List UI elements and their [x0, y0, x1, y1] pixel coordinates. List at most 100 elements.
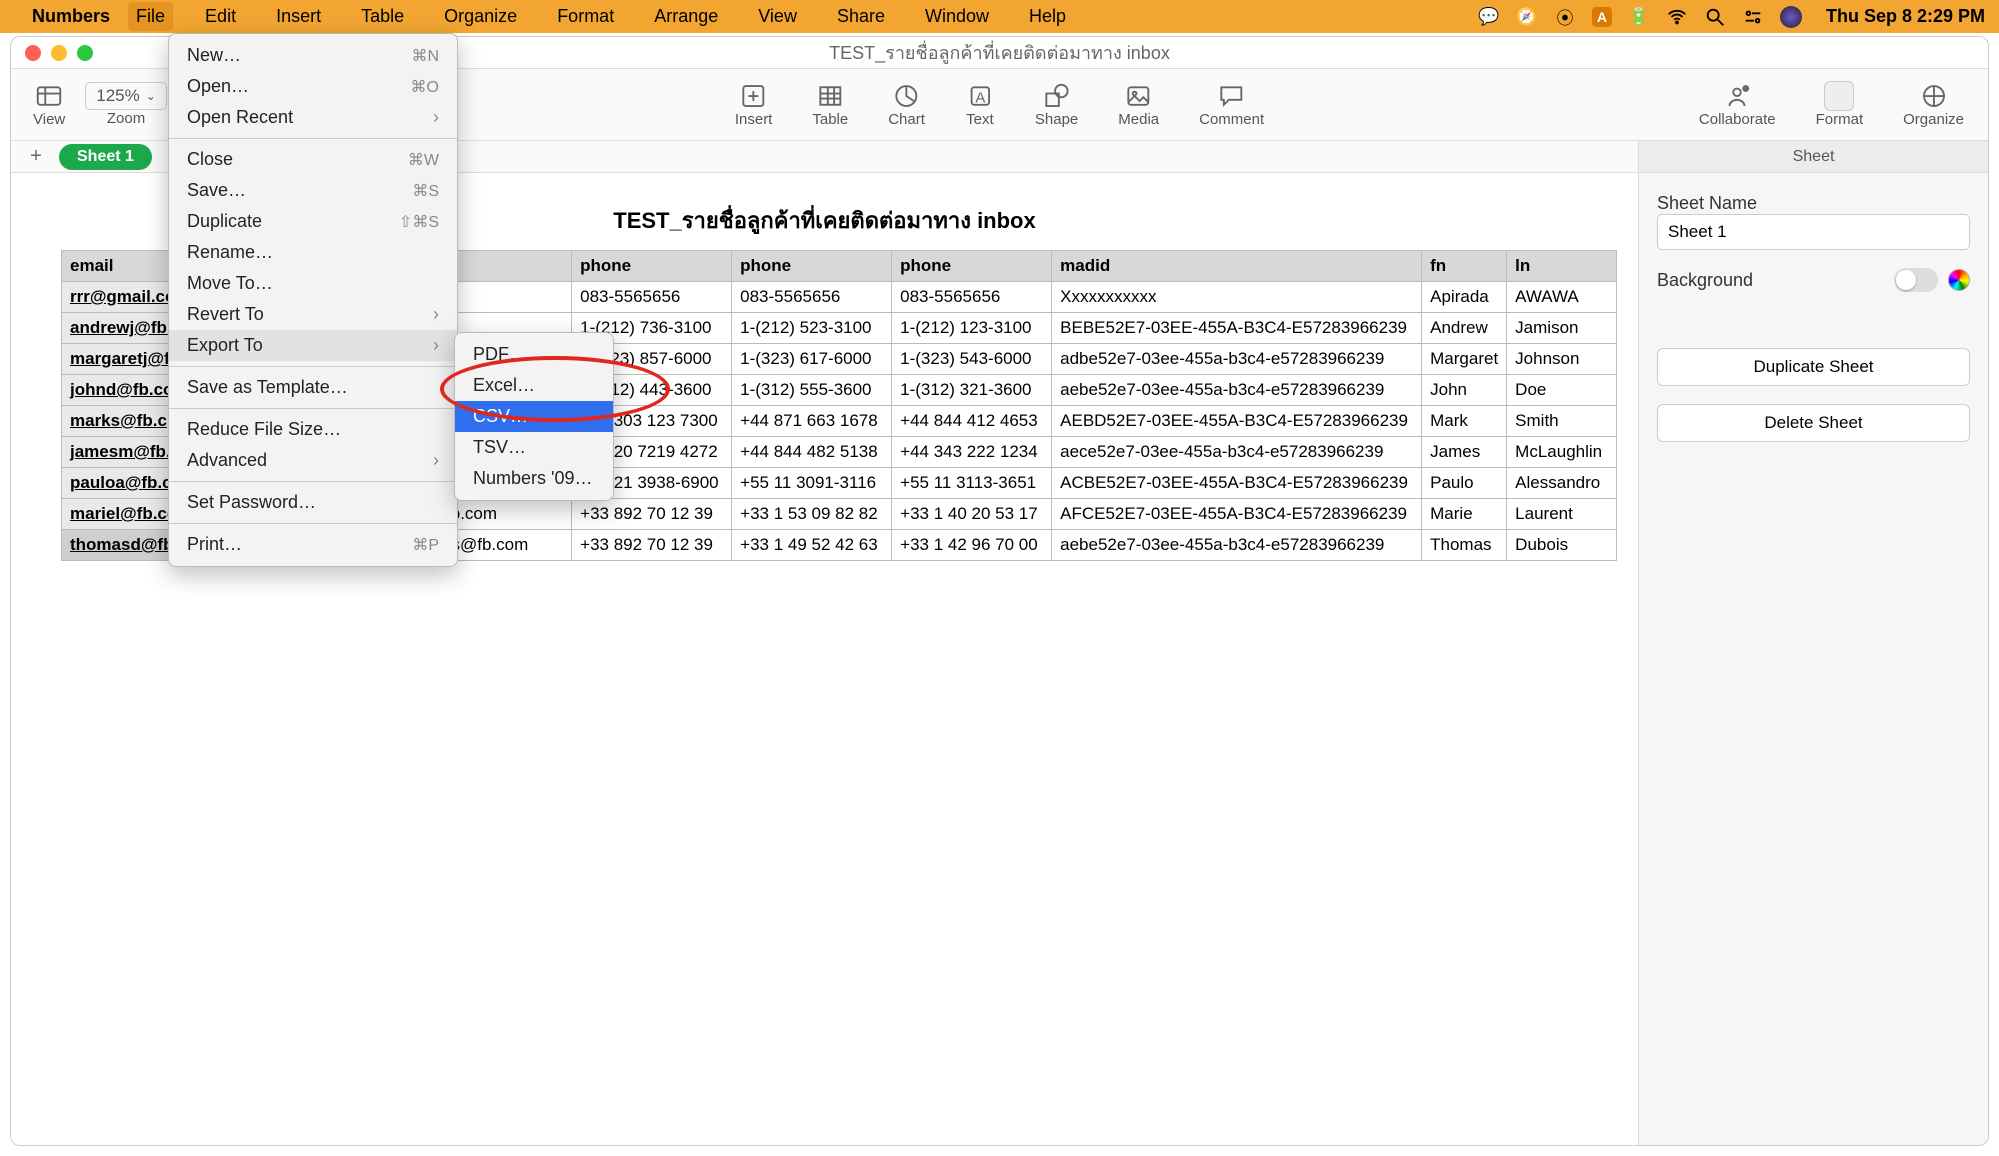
toolbar-format[interactable]: Format — [1816, 81, 1864, 128]
export-submenu-item[interactable]: TSV… — [455, 432, 613, 463]
table-cell[interactable]: +44 844 482 5138 — [732, 437, 892, 468]
column-header[interactable]: phone — [572, 251, 732, 282]
menu-file[interactable]: File — [128, 2, 173, 31]
table-cell[interactable]: +33 1 53 09 82 82 — [732, 499, 892, 530]
table-cell[interactable]: 083-5565656 — [892, 282, 1052, 313]
file-menu-item[interactable]: Print…⌘P — [169, 529, 457, 560]
menu-table[interactable]: Table — [353, 2, 412, 31]
menu-help[interactable]: Help — [1021, 2, 1074, 31]
export-submenu-item[interactable]: Numbers '09… — [455, 463, 613, 494]
menu-window[interactable]: Window — [917, 2, 997, 31]
file-menu-item[interactable]: Rename… — [169, 237, 457, 268]
menu-organize[interactable]: Organize — [436, 2, 525, 31]
file-menu-item[interactable]: Duplicate⇧⌘S — [169, 206, 457, 237]
toolbar-comment[interactable]: Comment — [1199, 81, 1264, 128]
file-menu-item[interactable]: Save as Template… — [169, 372, 457, 403]
table-cell[interactable]: Xxxxxxxxxxx — [1052, 282, 1422, 313]
table-cell[interactable]: Mark — [1422, 406, 1507, 437]
color-picker-icon[interactable] — [1948, 269, 1970, 291]
table-cell[interactable]: 1-(323) 543-6000 — [892, 344, 1052, 375]
toolbar-media[interactable]: Media — [1118, 81, 1159, 128]
column-header[interactable]: madid — [1052, 251, 1422, 282]
table-cell[interactable]: 1-(212) 123-3100 — [892, 313, 1052, 344]
record-icon[interactable]: ⦿ — [1554, 6, 1576, 28]
spotlight-search-icon[interactable] — [1704, 6, 1726, 28]
file-menu-item[interactable]: Advanced — [169, 445, 457, 476]
table-cell[interactable]: 1-(312) 555-3600 — [732, 375, 892, 406]
table-cell[interactable]: ACBE52E7-03EE-455A-B3C4-E57283966239 — [1052, 468, 1422, 499]
menubar-clock[interactable]: Thu Sep 8 2:29 PM — [1826, 6, 1985, 27]
table-cell[interactable]: AWAWA — [1507, 282, 1617, 313]
export-submenu-item[interactable]: CSV… — [455, 401, 613, 432]
table-cell[interactable]: 083-5565656 — [732, 282, 892, 313]
table-cell[interactable]: Thomas — [1422, 530, 1507, 561]
table-cell[interactable]: AFCE52E7-03EE-455A-B3C4-E57283966239 — [1052, 499, 1422, 530]
file-menu-item[interactable]: Revert To — [169, 299, 457, 330]
toolbar-organize[interactable]: Organize — [1903, 81, 1964, 128]
duplicate-sheet-button[interactable]: Duplicate Sheet — [1657, 348, 1970, 386]
table-cell[interactable]: +33 1 42 96 70 00 — [892, 530, 1052, 561]
sheet-name-input[interactable] — [1657, 214, 1970, 250]
column-header[interactable]: ln — [1507, 251, 1617, 282]
table-cell[interactable]: +33 1 40 20 53 17 — [892, 499, 1052, 530]
column-header[interactable]: phone — [732, 251, 892, 282]
table-cell[interactable]: Dubois — [1507, 530, 1617, 561]
background-toggle[interactable] — [1894, 268, 1938, 292]
toolbar-table[interactable]: Table — [812, 81, 848, 128]
menu-share[interactable]: Share — [829, 2, 893, 31]
table-cell[interactable]: +55 11 3091-3116 — [732, 468, 892, 499]
zoom-select[interactable]: 125%⌄ — [85, 82, 167, 110]
table-cell[interactable]: +33 892 70 12 39 — [572, 530, 732, 561]
menu-view[interactable]: View — [750, 2, 805, 31]
table-cell[interactable]: Laurent — [1507, 499, 1617, 530]
menu-insert[interactable]: Insert — [268, 2, 329, 31]
toolbar-chart[interactable]: Chart — [888, 81, 925, 128]
table-cell[interactable]: Paulo — [1422, 468, 1507, 499]
toolbar-collaborate[interactable]: Collaborate — [1699, 81, 1776, 128]
table-cell[interactable]: Apirada — [1422, 282, 1507, 313]
menu-format[interactable]: Format — [549, 2, 622, 31]
menu-edit[interactable]: Edit — [197, 2, 244, 31]
table-cell[interactable]: 1-(212) 523-3100 — [732, 313, 892, 344]
file-menu-item[interactable]: New…⌘N — [169, 40, 457, 71]
table-cell[interactable]: Johnson — [1507, 344, 1617, 375]
siri-icon[interactable] — [1780, 6, 1802, 28]
table-cell[interactable]: aece52e7-03ee-455a-b3c4-e57283966239 — [1052, 437, 1422, 468]
file-menu-item[interactable]: Export To — [169, 330, 457, 361]
safari-icon[interactable]: 🧭 — [1516, 6, 1538, 28]
file-menu-item[interactable]: Reduce File Size… — [169, 414, 457, 445]
inspector-tab-sheet[interactable]: Sheet — [1639, 141, 1988, 173]
sheet-tab-1[interactable]: Sheet 1 — [59, 144, 152, 170]
file-menu-item[interactable]: Set Password… — [169, 487, 457, 518]
a-box-icon[interactable]: A — [1592, 7, 1612, 27]
table-cell[interactable]: 1-(312) 321-3600 — [892, 375, 1052, 406]
export-submenu-item[interactable]: Excel… — [455, 370, 613, 401]
table-cell[interactable]: James — [1422, 437, 1507, 468]
table-cell[interactable]: BEBE52E7-03EE-455A-B3C4-E57283966239 — [1052, 313, 1422, 344]
menu-arrange[interactable]: Arrange — [646, 2, 726, 31]
table-cell[interactable]: Margaret — [1422, 344, 1507, 375]
table-cell[interactable]: +55 11 3113-3651 — [892, 468, 1052, 499]
table-cell[interactable]: +44 844 412 4653 — [892, 406, 1052, 437]
table-cell[interactable]: +44 343 222 1234 — [892, 437, 1052, 468]
file-menu-item[interactable]: Open Recent — [169, 102, 457, 133]
table-cell[interactable]: +44 871 663 1678 — [732, 406, 892, 437]
add-sheet-button[interactable]: + — [23, 144, 49, 170]
column-header[interactable]: fn — [1422, 251, 1507, 282]
close-window-button[interactable] — [25, 45, 41, 61]
table-cell[interactable]: Doe — [1507, 375, 1617, 406]
toolbar-text[interactable]: AText — [965, 81, 995, 128]
line-icon[interactable]: 💬 — [1478, 6, 1500, 28]
toolbar-view[interactable]: View — [33, 81, 65, 128]
fullscreen-window-button[interactable] — [77, 45, 93, 61]
table-cell[interactable]: 083-5565656 — [572, 282, 732, 313]
toolbar-insert[interactable]: Insert — [735, 81, 773, 128]
table-cell[interactable]: AEBD52E7-03EE-455A-B3C4-E57283966239 — [1052, 406, 1422, 437]
app-name[interactable]: Numbers — [32, 6, 110, 27]
battery-icon[interactable]: 🔋 — [1628, 6, 1650, 28]
file-menu-item[interactable]: Open…⌘O — [169, 71, 457, 102]
table-cell[interactable]: aebe52e7-03ee-455a-b3c4-e57283966239 — [1052, 375, 1422, 406]
toolbar-shape[interactable]: Shape — [1035, 81, 1078, 128]
file-menu-item[interactable]: Save…⌘S — [169, 175, 457, 206]
wifi-icon[interactable] — [1666, 6, 1688, 28]
